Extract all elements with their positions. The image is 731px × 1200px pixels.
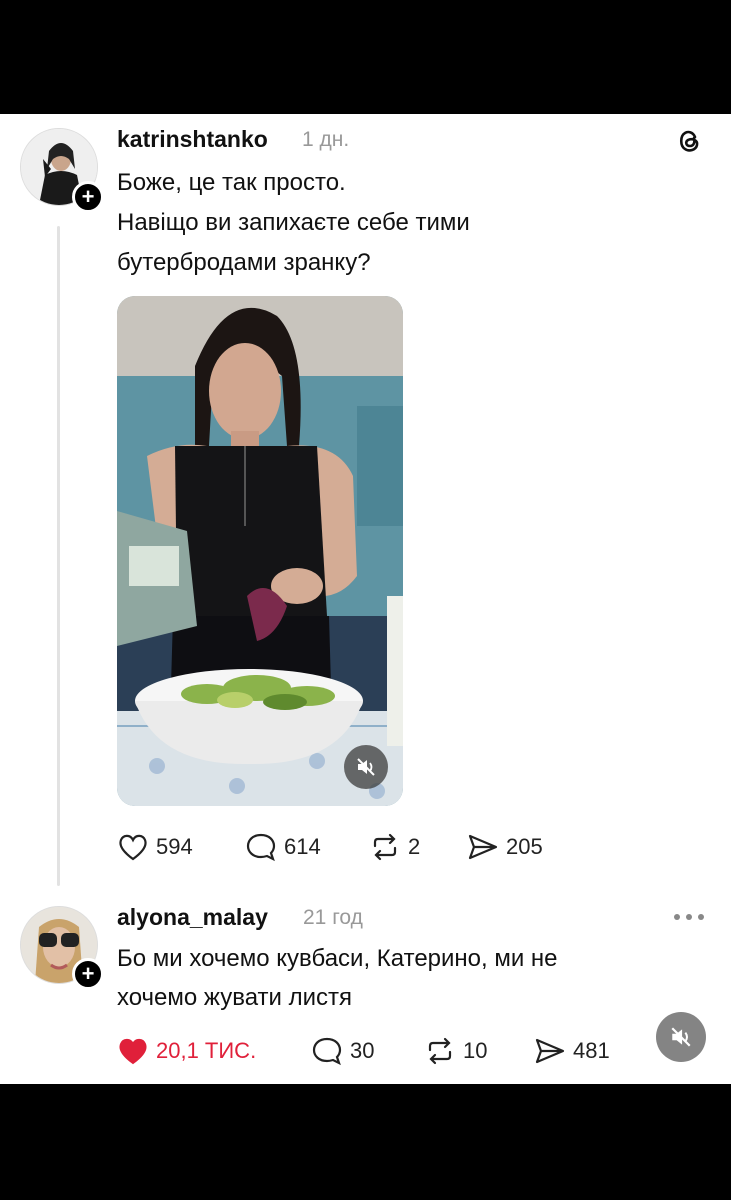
post-video[interactable] — [117, 296, 403, 806]
reply-comment-count: 30 — [350, 1038, 375, 1063]
reply-share-button[interactable]: 481 — [534, 1036, 610, 1066]
reply-repost-button[interactable]: 10 — [424, 1036, 487, 1066]
heart-filled-icon — [119, 1038, 147, 1065]
heart-icon — [119, 834, 147, 861]
reply-text-line-1: Бо ми хочемо кувбаси, Катерино, ми не — [117, 945, 558, 972]
reply-like-count: 20,1 ТИС. — [156, 1038, 257, 1063]
comment-icon — [312, 1037, 342, 1066]
repost-icon — [373, 833, 397, 861]
post-time: 1 дн. — [302, 128, 350, 151]
post-comment-count: 614 — [284, 834, 321, 859]
thread-connector-line — [57, 226, 60, 886]
post-comment-button[interactable]: 614 — [245, 832, 321, 862]
reply-text-line-2: хочемо жувати листя — [117, 984, 353, 1011]
share-icon — [468, 834, 498, 860]
post-share-count: 205 — [506, 834, 543, 859]
post-text-line-2: Навіщо ви запихаєте себе тими — [117, 209, 470, 236]
post-like-button[interactable]: 594 — [117, 832, 193, 862]
reply-comment-button[interactable]: 30 — [311, 1036, 374, 1066]
reply-like-button[interactable]: 20,1 ТИС. — [117, 1036, 256, 1066]
post-share-button[interactable]: 205 — [467, 832, 543, 862]
comment-icon — [246, 833, 276, 862]
floating-mute-icon[interactable] — [656, 1012, 706, 1062]
video-mute-icon[interactable] — [344, 745, 388, 789]
post-text-line-3: бутербродами зранку? — [117, 249, 371, 276]
reply-time: 21 год — [303, 906, 363, 929]
post-repost-count: 2 — [408, 834, 421, 859]
share-icon — [535, 1038, 565, 1064]
more-icon[interactable] — [672, 910, 706, 924]
post-repost-button[interactable]: 2 — [369, 832, 420, 862]
follow-plus-icon[interactable]: + — [72, 181, 104, 213]
post-like-count: 594 — [156, 834, 193, 859]
follow-plus-icon-reply[interactable]: + — [72, 958, 104, 990]
threads-logo-icon[interactable] — [674, 126, 704, 156]
reply-share-count: 481 — [573, 1038, 610, 1063]
post-text-line-1: Боже, це так просто. — [117, 169, 346, 196]
repost-icon — [428, 1037, 452, 1065]
reply-repost-count: 10 — [463, 1038, 488, 1063]
video-frame-illustration — [117, 296, 403, 806]
post-username[interactable]: katrinshtanko — [117, 126, 268, 153]
reply-username[interactable]: alyona_malay — [117, 904, 268, 931]
